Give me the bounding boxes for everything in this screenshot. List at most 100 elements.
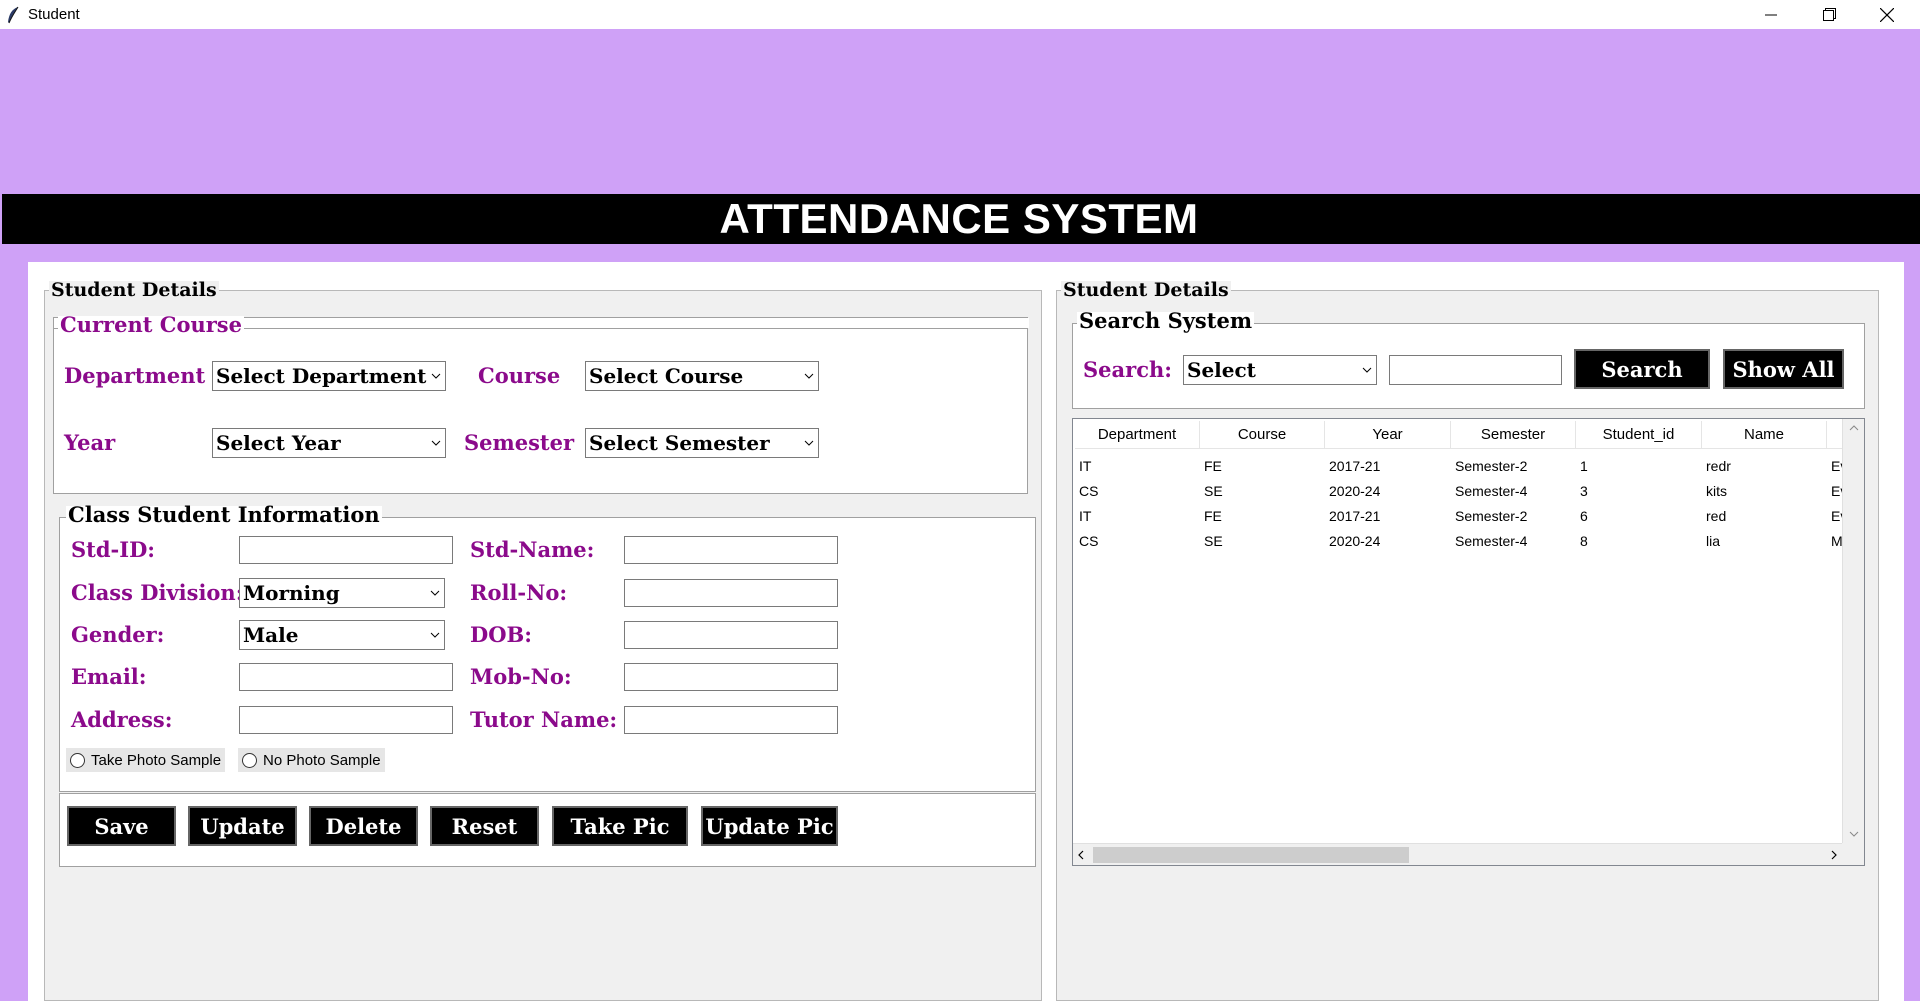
vertical-scrollbar[interactable] — [1842, 419, 1864, 843]
chevron-left-icon[interactable] — [1078, 850, 1084, 860]
semester-select[interactable]: Select Semester — [585, 428, 819, 458]
no-photo-sample-label: No Photo Sample — [263, 751, 381, 769]
cell-course: SE — [1204, 482, 1223, 499]
horizontal-scrollbar[interactable] — [1073, 843, 1842, 865]
search-label: Search: — [1083, 357, 1173, 382]
minimize-button[interactable] — [1742, 0, 1800, 29]
email-label: Email: — [71, 664, 147, 689]
page-title: ATTENDANCE SYSTEM — [719, 195, 1199, 242]
tutor-name-label: Tutor Name: — [470, 707, 618, 732]
chevron-down-icon — [1358, 356, 1376, 384]
search-system-title: Search System — [1077, 308, 1255, 333]
email-input[interactable] — [239, 663, 453, 691]
cell-student-id: 1 — [1580, 457, 1588, 474]
gender-select[interactable]: Male — [239, 620, 445, 650]
horizontal-scroll-thumb[interactable] — [1093, 847, 1409, 863]
right-student-details-frame: Student Details Search System Search: Se… — [1056, 281, 1879, 1001]
dob-label: DOB: — [470, 622, 533, 647]
search-button[interactable]: Search — [1574, 349, 1710, 389]
reset-button[interactable]: Reset — [430, 806, 539, 846]
show-all-button[interactable]: Show All — [1723, 349, 1844, 389]
search-by-select[interactable]: Select — [1183, 355, 1377, 385]
department-select-value: Select Department — [216, 364, 427, 388]
take-pic-button-label: Take Pic — [570, 813, 670, 839]
chevron-up-icon[interactable] — [1849, 425, 1859, 431]
chevron-right-icon[interactable] — [1831, 850, 1837, 860]
year-select-value: Select Year — [216, 431, 341, 455]
std-id-input[interactable] — [239, 536, 453, 564]
radio-circle — [242, 752, 257, 768]
cell-course: SE — [1204, 532, 1223, 549]
minimize-icon — [1765, 14, 1777, 15]
semester-label: Semester — [464, 430, 575, 455]
search-input[interactable] — [1389, 355, 1562, 385]
table-row[interactable]: CS SE 2020-24 Semester-4 8 lia M — [1075, 528, 1847, 553]
window-titlebar: Student — [0, 0, 1920, 29]
gender-label: Gender: — [71, 622, 165, 647]
year-select[interactable]: Select Year — [212, 428, 446, 458]
student-table[interactable]: Department Course Year Semester Student_… — [1072, 418, 1865, 866]
close-icon — [1880, 7, 1894, 22]
gender-value: Male — [243, 623, 299, 647]
mob-no-input[interactable] — [624, 663, 838, 691]
mob-no-label: Mob-No: — [470, 664, 572, 689]
cell-year: 2020-24 — [1329, 532, 1381, 549]
current-course-title: Current Course — [58, 312, 244, 337]
left-frame-title: Student Details — [49, 279, 219, 301]
reset-button-label: Reset — [451, 813, 518, 839]
course-select-value: Select Course — [589, 364, 744, 388]
update-pic-button[interactable]: Update Pic — [701, 806, 838, 846]
table-row[interactable]: IT FE 2017-21 Semester-2 6 red Ev — [1075, 503, 1847, 528]
search-button-label: Search — [1601, 356, 1683, 382]
roll-no-input[interactable] — [624, 579, 838, 607]
cell-year: 2017-21 — [1329, 457, 1381, 474]
cell-student-id: 3 — [1580, 482, 1588, 499]
address-input[interactable] — [239, 706, 453, 734]
tutor-name-input[interactable] — [624, 706, 838, 734]
take-photo-sample-radio[interactable]: Take Photo Sample — [66, 748, 226, 772]
current-course-frame: Current Course — [53, 312, 1029, 494]
right-frame-title: Student Details — [1061, 279, 1231, 301]
column-header-department[interactable]: Department — [1075, 421, 1200, 449]
feather-icon — [8, 6, 19, 23]
department-label: Department — [64, 363, 206, 388]
close-button[interactable] — [1858, 0, 1916, 29]
update-button-label: Update — [200, 813, 285, 839]
class-division-select[interactable]: Morning — [239, 578, 445, 608]
table-row[interactable]: IT FE 2017-21 Semester-2 1 redr Ev — [1075, 453, 1847, 478]
table-header: Department Course Year Semester Student_… — [1075, 421, 1847, 449]
std-id-label: Std-ID: — [71, 537, 156, 562]
maximize-button[interactable] — [1800, 0, 1858, 29]
chevron-down-icon — [427, 362, 445, 390]
update-button[interactable]: Update — [188, 806, 297, 846]
delete-button[interactable]: Delete — [309, 806, 418, 846]
cell-department: IT — [1079, 507, 1092, 524]
cell-student-id: 8 — [1580, 532, 1588, 549]
column-header-semester[interactable]: Semester — [1451, 421, 1576, 449]
cell-course: FE — [1204, 507, 1222, 524]
column-header-student-id[interactable]: Student_id — [1576, 421, 1702, 449]
cell-semester: Semester-2 — [1455, 457, 1528, 474]
class-division-value: Morning — [243, 581, 340, 605]
chevron-down-icon[interactable] — [1849, 831, 1859, 837]
class-info-title: Class Student Information — [66, 502, 382, 527]
chevron-down-icon — [426, 621, 444, 649]
column-header-year[interactable]: Year — [1325, 421, 1451, 449]
no-photo-sample-radio[interactable]: No Photo Sample — [238, 748, 385, 772]
cell-department: CS — [1079, 532, 1099, 549]
roll-no-label: Roll-No: — [470, 580, 568, 605]
dob-input[interactable] — [624, 621, 838, 649]
save-button[interactable]: Save — [67, 806, 176, 846]
take-photo-sample-label: Take Photo Sample — [91, 751, 222, 769]
cell-semester: Semester-4 — [1455, 482, 1528, 499]
chevron-down-icon — [427, 429, 445, 457]
column-header-course[interactable]: Course — [1200, 421, 1325, 449]
department-select[interactable]: Select Department — [212, 361, 446, 391]
table-row[interactable]: CS SE 2020-24 Semester-4 3 kits Ev — [1075, 478, 1847, 503]
take-pic-button[interactable]: Take Pic — [552, 806, 688, 846]
course-select[interactable]: Select Course — [585, 361, 819, 391]
cell-course: FE — [1204, 457, 1222, 474]
column-header-name[interactable]: Name — [1702, 421, 1827, 449]
restore-icon — [1822, 8, 1836, 21]
std-name-input[interactable] — [624, 536, 838, 564]
